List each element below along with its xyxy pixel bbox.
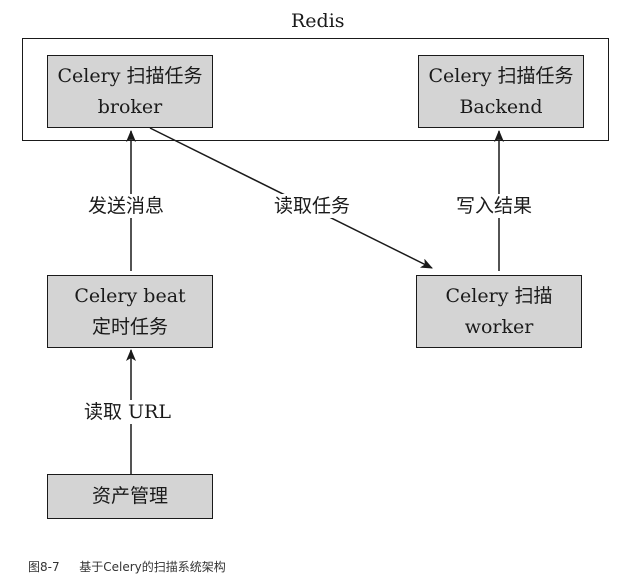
edge-label-read-url: 读取 URL bbox=[81, 400, 174, 424]
edge-label-send-message: 发送消息 bbox=[85, 194, 168, 218]
beat-node: Celery beat 定时任务 bbox=[47, 275, 213, 348]
backend-node: Celery 扫描任务 Backend bbox=[418, 55, 584, 128]
edge-label-read-task: 读取任务 bbox=[271, 194, 354, 218]
broker-node-line2: broker bbox=[97, 95, 163, 118]
broker-node-line1: Celery 扫描任务 bbox=[57, 64, 203, 87]
asset-management-node: 资产管理 bbox=[47, 474, 213, 519]
worker-node-line2: worker bbox=[464, 315, 534, 338]
worker-node-line1: Celery 扫描 bbox=[445, 284, 553, 307]
figure-number: 图8-7 bbox=[28, 560, 60, 574]
backend-node-line2: Backend bbox=[459, 95, 543, 118]
figure-caption-text: 基于Celery的扫描系统架构 bbox=[79, 560, 226, 574]
beat-node-line1: Celery beat bbox=[74, 284, 186, 307]
beat-node-line2: 定时任务 bbox=[91, 315, 168, 338]
redis-container-title: Redis bbox=[291, 10, 345, 32]
asset-management-node-label: 资产管理 bbox=[91, 485, 168, 507]
edge-label-write-result: 写入结果 bbox=[453, 194, 536, 218]
backend-node-line1: Celery 扫描任务 bbox=[428, 64, 574, 87]
broker-node: Celery 扫描任务 broker bbox=[47, 55, 213, 128]
worker-node: Celery 扫描 worker bbox=[416, 275, 582, 348]
figure-caption: 图8-7 基于Celery的扫描系统架构 bbox=[28, 558, 226, 575]
